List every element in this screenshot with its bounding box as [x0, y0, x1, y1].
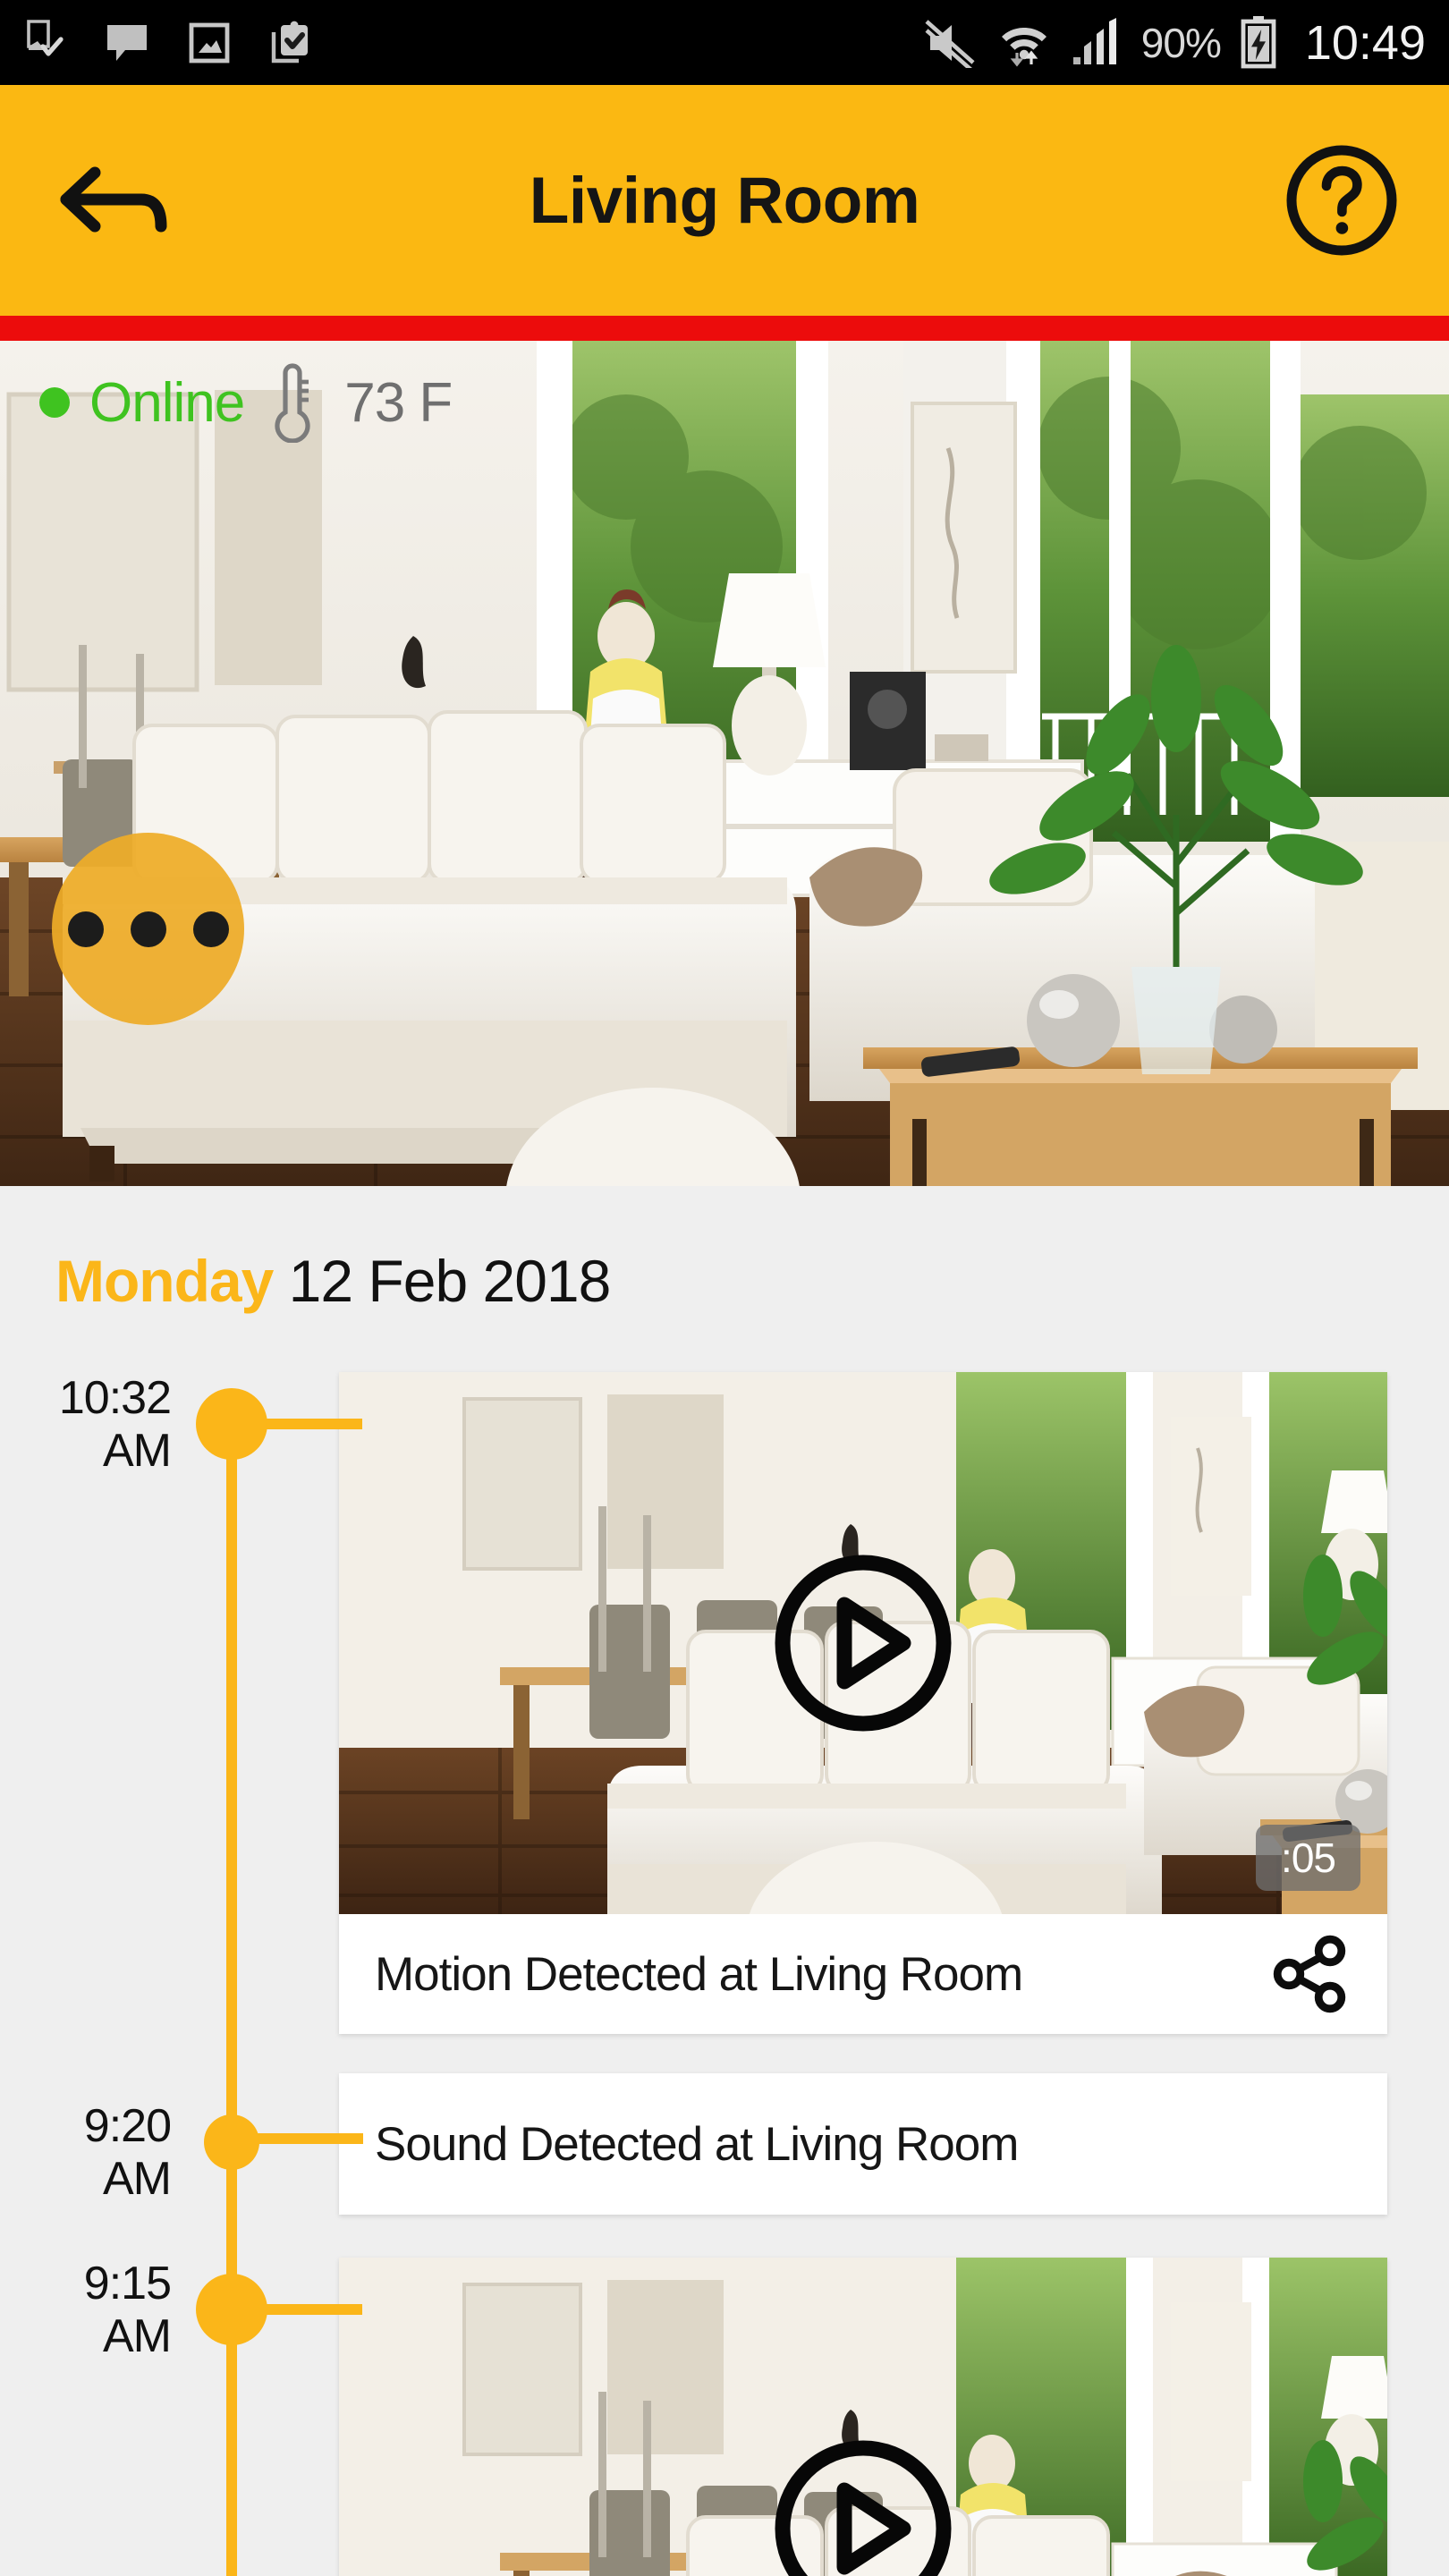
- event-time-meridiem: AM: [103, 2153, 172, 2206]
- more-options-button[interactable]: [52, 833, 244, 1025]
- online-status-dot: [39, 387, 70, 418]
- event-time-value: 9:20: [83, 2100, 172, 2152]
- event-time-meridiem: AM: [103, 1425, 172, 1478]
- timeline-connector: [258, 2133, 363, 2144]
- tasks-icon: [27, 19, 64, 56]
- status-bar-notification-icons: [23, 19, 313, 66]
- page-title: Living Room: [529, 164, 920, 237]
- timeline-connector: [264, 2304, 362, 2315]
- status-bar-system-icons: 90% 10:49: [923, 15, 1426, 71]
- play-circle-icon: [775, 1555, 952, 1732]
- event-thumbnail[interactable]: :05: [339, 1372, 1387, 1914]
- share-button[interactable]: [1251, 1933, 1352, 2015]
- app-bar: Living Room: [0, 85, 1449, 316]
- timeline-node: [196, 2274, 267, 2345]
- timeline-date-rest: 12 Feb 2018: [273, 1248, 612, 1314]
- live-camera-feed[interactable]: Online 73 F: [0, 341, 1449, 1186]
- timeline-node: [196, 1388, 267, 1460]
- event-caption-row: Motion Detected at Living Room: [339, 1914, 1387, 2034]
- timeline-connector: [264, 1419, 362, 1429]
- event-time: 9:20 AM: [0, 2073, 210, 2207]
- status-bar: 90% 10:49: [0, 0, 1449, 85]
- event-caption: Sound Detected at Living Room: [375, 2117, 1019, 2171]
- event-time-meridiem: AM: [103, 2310, 172, 2363]
- timeline-events-list: 10:32 AM:05 Motion Detected at Living R…: [0, 1372, 1449, 2576]
- event-thumbnail[interactable]: [339, 2258, 1387, 2576]
- more-options-dot: [67, 911, 104, 947]
- timeline-rail: [226, 1408, 237, 2576]
- event-timeline: Monday 12 Feb 2018 10:32 AM:05 Motion D…: [0, 1186, 1449, 2576]
- video-duration-badge: :05: [1256, 1825, 1360, 1891]
- screenshot-icon: [189, 22, 230, 63]
- timeline-event: 9:20 AM Sound Detected at Living Room: [0, 2073, 1449, 2215]
- more-options-dot: [192, 911, 229, 947]
- temperature-label: 73 F: [344, 371, 453, 434]
- event-card-text[interactable]: Sound Detected at Living Room: [339, 2073, 1387, 2215]
- timeline-date-day: Monday: [55, 1248, 274, 1314]
- play-button[interactable]: [769, 1549, 957, 1737]
- help-circle-icon: [1286, 145, 1397, 256]
- event-caption: Motion Detected at Living Room: [375, 1947, 1023, 2001]
- event-card-video[interactable]: :05 Motion Detected at Living Room: [339, 1372, 1387, 2034]
- play-button[interactable]: [769, 2435, 957, 2576]
- battery-percent-label: 90%: [1140, 19, 1222, 66]
- timeline-event: 10:32 AM:05 Motion Detected at Living R…: [0, 1372, 1449, 2576]
- play-circle-icon: [775, 2440, 952, 2576]
- message-icon: [107, 24, 147, 61]
- timeline-node: [204, 2114, 259, 2170]
- timeline-date: Monday 12 Feb 2018: [0, 1186, 1449, 1315]
- event-time: 9:15 AM: [0, 2258, 210, 2364]
- more-options-dot: [130, 911, 166, 947]
- event-time: 10:32 AM: [0, 1372, 210, 1479]
- online-status-label: Online: [89, 371, 245, 434]
- camera-status-overlay: Online 73 F: [39, 362, 453, 443]
- signal-icon: [1072, 17, 1116, 64]
- event-time-value: 9:15: [83, 2258, 172, 2309]
- accent-strip: [0, 316, 1449, 341]
- share-icon: [1273, 1935, 1346, 2013]
- help-button[interactable]: [1284, 143, 1399, 258]
- thermometer-icon: [275, 363, 310, 443]
- back-button[interactable]: [50, 151, 175, 250]
- battery-charging-icon: [1241, 15, 1276, 68]
- mute-icon: [925, 19, 975, 68]
- wifi-icon: [1001, 27, 1046, 67]
- event-time-value: 10:32: [58, 1372, 172, 1424]
- back-arrow-icon: [60, 166, 167, 233]
- timeline-event: 9:15 AM: [0, 2258, 1449, 2576]
- living-room-camera-image: [0, 341, 1449, 1186]
- event-card-video[interactable]: [339, 2258, 1387, 2576]
- clipboard-check-icon: [271, 21, 308, 63]
- clock-label: 10:49: [1304, 15, 1426, 70]
